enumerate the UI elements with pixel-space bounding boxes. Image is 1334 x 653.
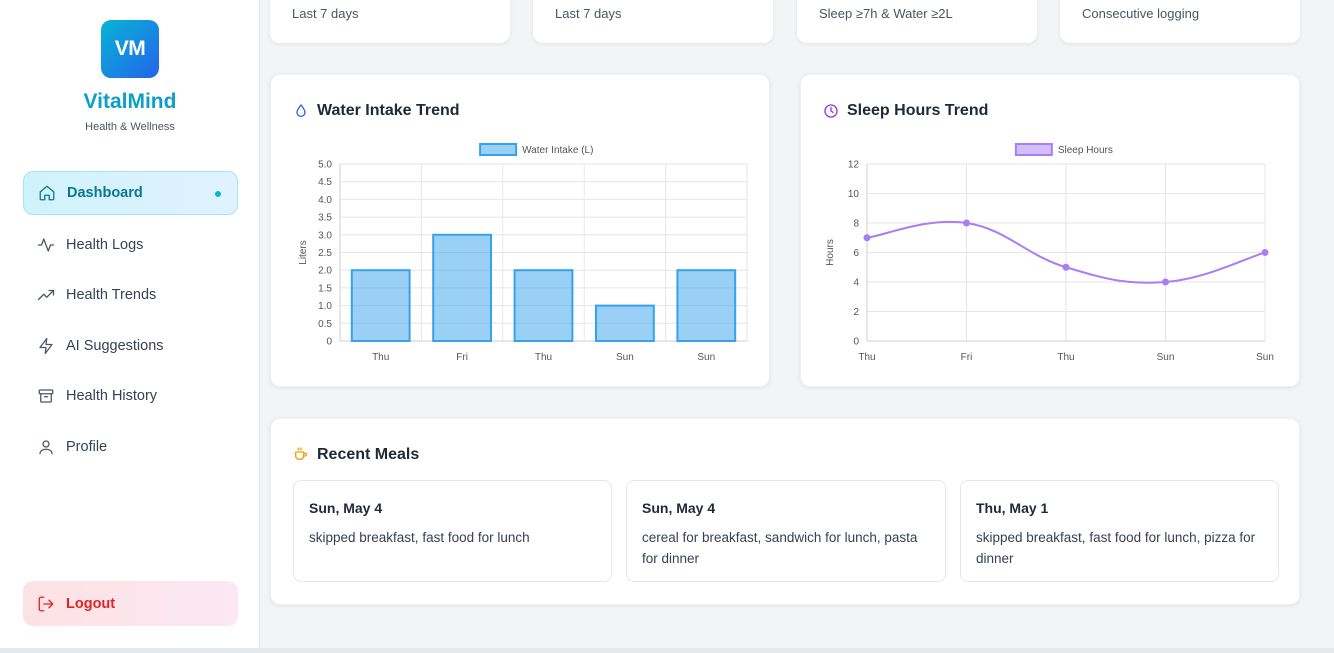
stat-card: Consecutive logging — [1060, 0, 1300, 43]
stat-card: Sleep ≥7h & Water ≥2L — [797, 0, 1037, 43]
sidebar-item-label: AI Suggestions — [66, 338, 164, 354]
y-tick-label: 5.0 — [318, 160, 332, 171]
archive-icon — [37, 387, 55, 405]
sidebar-item-profile[interactable]: Profile — [23, 425, 238, 469]
sidebar-item-label: Dashboard — [67, 185, 143, 201]
coffee-icon — [295, 447, 307, 460]
y-tick-label: 4.5 — [318, 177, 332, 188]
meal-card[interactable]: Sun, May 4 cereal for breakfast, sandwic… — [626, 480, 946, 582]
bar — [350, 269, 411, 342]
logout-icon — [37, 595, 66, 613]
activity-icon — [37, 236, 55, 254]
stat-subtitle: Sleep ≥7h & Water ≥2L — [819, 6, 953, 21]
bar — [676, 269, 737, 342]
y-axis-title: Hours — [825, 239, 836, 266]
bar — [595, 304, 655, 343]
stat-subtitle: Last 7 days — [292, 6, 359, 21]
sidebar-item-label: Profile — [66, 439, 108, 455]
x-tick-label: Sun — [1157, 352, 1175, 363]
y-tick-label: 10 — [848, 189, 860, 200]
y-tick-label: 1.5 — [318, 283, 332, 294]
meal-description: skipped breakfast, fast food for lunch — [309, 530, 530, 545]
user-icon — [37, 438, 55, 456]
data-point — [1062, 263, 1070, 271]
brand-initials: VM — [114, 37, 146, 60]
data-point — [963, 219, 970, 227]
x-tick-label: Sun — [616, 352, 634, 363]
y-tick-label: 3.0 — [318, 230, 332, 241]
x-tick-label: Thu — [372, 352, 389, 363]
water-intake-panel: Water Intake Trend Water Intake (L) 0 0.5 1… — [270, 74, 770, 387]
x-tick-label: Thu — [1057, 352, 1074, 363]
sleep-hours-chart: Sleep Hours 0 2 4 6 8 10 12 Thu Fri Thu Sun Sun Hours — [825, 143, 1274, 363]
meal-card[interactable]: Thu, May 1 skipped breakfast, fast food … — [960, 480, 1279, 582]
y-tick-label: 0.5 — [318, 319, 332, 330]
brand-tagline: Health & Wellness — [85, 121, 175, 133]
x-tick-label: Thu — [535, 352, 552, 363]
y-tick-label: 1.0 — [318, 301, 332, 312]
sidebar-item-ai-suggestions[interactable]: AI Suggestions — [23, 324, 238, 368]
trending-up-icon — [37, 286, 55, 304]
bar — [513, 269, 574, 342]
y-tick-label: 0 — [853, 337, 859, 348]
sidebar-item-dashboard[interactable]: Dashboard — [23, 171, 238, 215]
x-tick-label: Fri — [961, 352, 973, 363]
data-point — [863, 234, 871, 242]
meal-description: skipped breakfast, fast food for lunch, … — [976, 530, 1256, 566]
data-point — [1261, 249, 1269, 256]
panel-title: Recent Meals — [317, 446, 420, 463]
stat-subtitle: Last 7 days — [555, 6, 622, 21]
y-tick-label: 6 — [853, 248, 859, 259]
sidebar-item-health-trends[interactable]: Health Trends — [23, 273, 238, 317]
sidebar-item-health-history[interactable]: Health History — [23, 374, 238, 418]
y-tick-label: 2.5 — [318, 248, 332, 259]
meal-card[interactable]: Sun, May 4 skipped breakfast, fast food … — [293, 480, 612, 582]
sidebar-item-label: Health Logs — [66, 237, 144, 253]
bottom-scrollbar-track — [0, 648, 1334, 653]
x-tick-label: Sun — [697, 352, 715, 363]
legend-swatch — [479, 143, 518, 156]
x-tick-label: Thu — [858, 352, 875, 363]
bar — [432, 233, 492, 342]
x-tick-label: Sun — [1256, 352, 1274, 363]
home-icon — [38, 184, 56, 202]
recent-meals-panel: Recent Meals Sun, May 4 skipped breakfas… — [270, 418, 1300, 605]
water-intake-chart: Water Intake (L) 0 0.5 1.0 1.5 2.0 2.5 3.0 3.5 4.… — [298, 143, 748, 363]
legend-swatch — [1014, 143, 1053, 156]
y-tick-label: 2 — [853, 307, 859, 318]
sidebar-item-label: Health Trends — [66, 287, 157, 303]
logout-label: Logout — [66, 595, 116, 612]
brand-logo[interactable]: VM — [101, 20, 159, 78]
meal-description: cereal for breakfast, sandwich for lunch… — [642, 530, 918, 566]
y-tick-label: 3.5 — [318, 213, 332, 224]
y-tick-label: 2.0 — [318, 266, 332, 277]
y-tick-label: 12 — [848, 160, 860, 171]
y-tick-label: 8 — [853, 219, 859, 230]
zap-icon — [37, 337, 55, 355]
brand-name: VitalMind — [83, 90, 177, 113]
sleep-hours-panel: Sleep Hours Trend Sleep Hours 0 2 4 6 8 10 12 Th… — [800, 74, 1300, 387]
y-axis-title: Liters — [298, 240, 309, 264]
legend-label: Sleep Hours — [1058, 145, 1113, 156]
legend-label: Water Intake (L) — [522, 145, 593, 156]
meal-date: Thu, May 1 — [976, 500, 1049, 516]
meal-date: Sun, May 4 — [309, 500, 383, 516]
stat-card: Last 7 days — [270, 0, 510, 43]
sidebar-item-health-logs[interactable]: Health Logs — [23, 223, 238, 267]
sidebar-item-label: Health History — [66, 388, 158, 404]
x-tick-label: Fri — [456, 352, 468, 363]
y-tick-label: 4.0 — [318, 195, 332, 206]
logout-button[interactable]: Logout — [23, 581, 238, 626]
active-indicator-dot — [215, 191, 221, 197]
sidebar: VM VitalMind Health & Wellness Dashboard… — [0, 0, 260, 653]
stat-subtitle: Consecutive logging — [1082, 6, 1200, 21]
y-tick-label: 4 — [853, 278, 859, 289]
meal-date: Sun, May 4 — [642, 500, 716, 516]
y-tick-label: 0 — [326, 337, 332, 348]
data-point — [1162, 278, 1169, 286]
stat-card: Last 7 days — [533, 0, 773, 43]
